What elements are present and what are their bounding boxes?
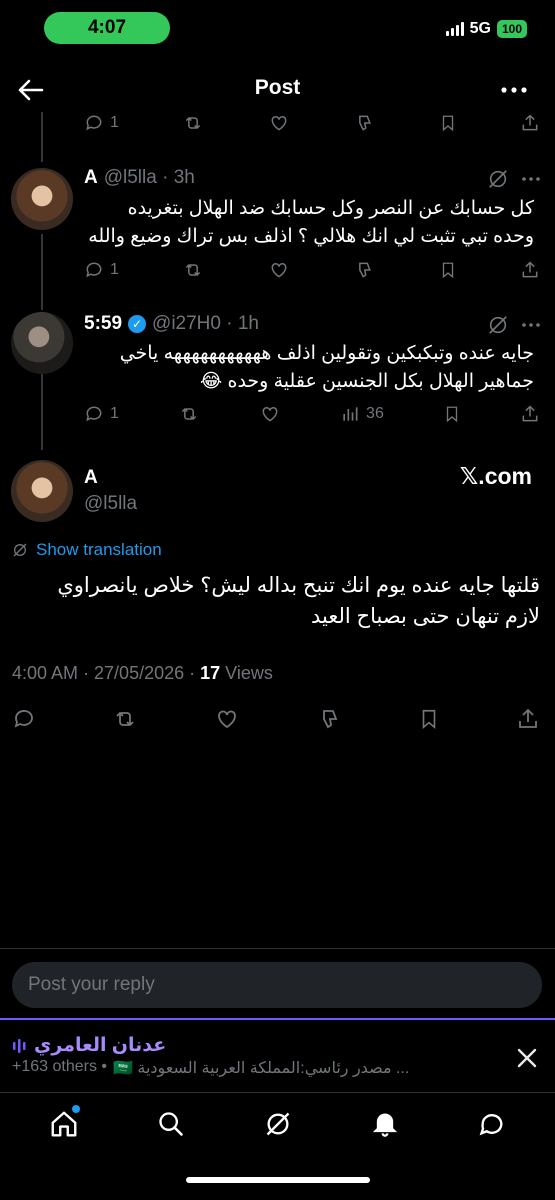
spaces-others: +163 others • bbox=[12, 1058, 107, 1075]
tab-search[interactable] bbox=[141, 1096, 201, 1152]
reply-count: 1 bbox=[110, 405, 119, 422]
handle-time: @l5lla · 3h bbox=[103, 167, 195, 188]
spaces-description: ... مصدر رئاسي:المملكة العربية السعودية … bbox=[113, 1060, 410, 1077]
repost-action[interactable] bbox=[182, 113, 204, 133]
divider bbox=[0, 1092, 555, 1093]
spaces-progress-bar bbox=[0, 1018, 555, 1020]
grok-icon bbox=[266, 1112, 289, 1136]
more-options-icon[interactable] bbox=[516, 312, 546, 338]
like-action[interactable] bbox=[268, 260, 290, 280]
top-post-actions: 1 bbox=[84, 112, 540, 134]
tab-home[interactable] bbox=[34, 1096, 94, 1152]
tab-grok[interactable] bbox=[248, 1096, 308, 1152]
display-name[interactable]: A bbox=[84, 467, 98, 489]
signal-icon bbox=[445, 22, 464, 36]
audio-wave-icon bbox=[13, 1038, 26, 1053]
repost-action[interactable] bbox=[182, 260, 204, 280]
reply2-actions: 1 36 bbox=[84, 402, 540, 426]
reply-action[interactable]: 1 bbox=[84, 113, 119, 133]
grok-icon[interactable] bbox=[484, 166, 512, 192]
show-translation-link[interactable]: Show translation bbox=[12, 540, 162, 560]
more-options-icon[interactable] bbox=[516, 166, 546, 192]
page-title: Post bbox=[254, 76, 301, 99]
text-line: قلتها جايه عنده يوم انك تنبح بداله ليش؟ … bbox=[57, 574, 540, 597]
grok-icon bbox=[13, 543, 27, 557]
like-action[interactable] bbox=[259, 404, 281, 424]
avatar[interactable] bbox=[11, 168, 73, 230]
search-icon bbox=[158, 1112, 183, 1136]
display-name[interactable]: A bbox=[84, 167, 98, 189]
reply-count: 1 bbox=[110, 114, 119, 131]
post-timestamp: 4:00 AM · 27/05/2026 · 17 Views bbox=[12, 663, 273, 684]
downvote-action[interactable] bbox=[316, 707, 342, 731]
reply-action[interactable] bbox=[12, 707, 36, 731]
tab-messages[interactable] bbox=[462, 1096, 522, 1152]
share-action[interactable] bbox=[520, 404, 540, 424]
avatar[interactable] bbox=[11, 312, 73, 374]
downvote-action[interactable] bbox=[353, 113, 375, 133]
home-icon bbox=[51, 1111, 76, 1137]
reply1-text: كل حسابك عن النصر وكل حسابك ضد الهلال بت… bbox=[84, 195, 534, 251]
share-action[interactable] bbox=[520, 113, 540, 133]
repost-action[interactable] bbox=[112, 707, 138, 731]
views-count: 17 bbox=[200, 663, 221, 683]
translation-label: Show translation bbox=[36, 540, 162, 559]
battery-icon: 100 bbox=[496, 20, 527, 38]
notification-dot bbox=[71, 1105, 80, 1113]
reply2-header: 5:59 ✓ @i27H0 · 1h bbox=[84, 313, 259, 335]
network-label: 5G bbox=[469, 20, 491, 37]
reply-input[interactable]: Post your reply bbox=[12, 962, 542, 1008]
views-action[interactable]: 36 bbox=[340, 404, 384, 424]
bookmark-action[interactable] bbox=[439, 113, 457, 133]
status-time: 4:07 bbox=[44, 12, 170, 44]
reply-action[interactable]: 1 bbox=[84, 404, 119, 424]
close-icon[interactable] bbox=[510, 1042, 544, 1074]
watermark: 𝕏.com bbox=[459, 463, 532, 489]
more-options-icon[interactable] bbox=[496, 78, 532, 102]
spaces-host: عدنان العامري bbox=[34, 1035, 167, 1056]
avatar[interactable] bbox=[11, 460, 73, 522]
text-line: وحده تبي تثبت لي انك هلالي ؟ اذلف بس ترا… bbox=[88, 226, 534, 247]
like-action[interactable] bbox=[214, 707, 240, 731]
handle-time: @i27H0 · 1h bbox=[152, 313, 259, 334]
bookmark-action[interactable] bbox=[443, 404, 461, 424]
home-indicator bbox=[186, 1177, 370, 1183]
tab-notifications[interactable] bbox=[355, 1096, 415, 1152]
bell-icon bbox=[372, 1113, 397, 1137]
main-post-actions bbox=[12, 706, 540, 732]
status-indicators: 5G 100 bbox=[445, 20, 527, 38]
grok-icon[interactable] bbox=[484, 312, 512, 338]
share-action[interactable] bbox=[520, 260, 540, 280]
reply-count: 1 bbox=[110, 261, 119, 278]
thread-line bbox=[41, 234, 43, 310]
text-line: لازم تنهان حتى بصباح العيد bbox=[310, 605, 540, 628]
chat-icon bbox=[479, 1114, 502, 1136]
views-label: Views bbox=[220, 663, 273, 683]
share-action[interactable] bbox=[516, 707, 540, 731]
bottom-tab-bar bbox=[0, 1096, 555, 1152]
thread-line bbox=[41, 112, 43, 162]
views-count: 36 bbox=[366, 405, 384, 422]
reply2-text: جايه عنده وتبكبكين وتقولين اذلف هههههههه… bbox=[84, 340, 534, 396]
reply-action[interactable]: 1 bbox=[84, 260, 119, 280]
spaces-host-row[interactable]: عدنان العامري bbox=[12, 1034, 166, 1057]
spaces-meta: +163 others • ... مصدر رئاسي:المملكة الع… bbox=[12, 1058, 409, 1078]
reply1-header: A @l5lla · 3h bbox=[84, 167, 195, 189]
repost-action[interactable] bbox=[178, 404, 200, 424]
verified-badge-icon: ✓ bbox=[128, 315, 147, 333]
text-line: جماهير الهلال بكل الجنسين عقلية وحده 😂 bbox=[200, 371, 534, 392]
timestamp: 4:00 AM · 27/05/2026 · bbox=[12, 663, 201, 683]
like-action[interactable] bbox=[268, 113, 290, 133]
reply1-actions: 1 bbox=[84, 258, 540, 282]
main-post-text: قلتها جايه عنده يوم انك تنبح بداله ليش؟ … bbox=[12, 570, 540, 632]
thread-line bbox=[41, 374, 43, 450]
bookmark-action[interactable] bbox=[418, 707, 440, 731]
divider bbox=[0, 948, 555, 949]
bookmark-action[interactable] bbox=[439, 260, 457, 280]
display-name[interactable]: 5:59 bbox=[84, 313, 122, 335]
handle: @l5lla bbox=[84, 493, 138, 514]
text-line: جايه عنده وتبكبكين وتقولين اذلف هههههههه… bbox=[119, 343, 534, 364]
text-line: كل حسابك عن النصر وكل حسابك ضد الهلال بت… bbox=[127, 198, 534, 219]
downvote-action[interactable] bbox=[353, 260, 375, 280]
